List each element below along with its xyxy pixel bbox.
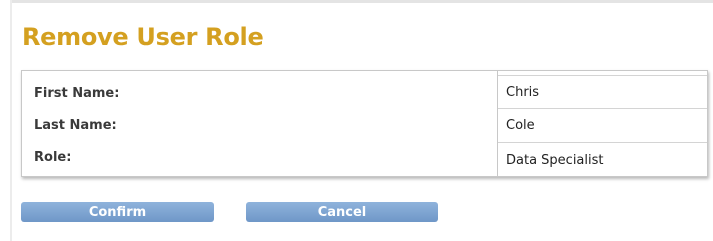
role-value: Data Specialist (506, 152, 604, 168)
panel-top-border (10, 0, 713, 3)
panel-left-border (10, 0, 12, 241)
values-column: Chris Cole Data Specialist (498, 71, 707, 176)
user-details-table: First Name: Last Name: Role: Chris Cole … (21, 70, 708, 177)
first-name-label: First Name: (34, 86, 120, 101)
remove-user-role-page: Remove User Role First Name: Last Name: … (0, 0, 713, 241)
first-name-value: Chris (498, 75, 707, 109)
confirm-button[interactable]: Confirm (21, 202, 214, 222)
last-name-label: Last Name: (34, 118, 117, 133)
cancel-button[interactable]: Cancel (246, 202, 438, 222)
page-title: Remove User Role (22, 23, 264, 51)
last-name-value: Cole (498, 109, 707, 143)
role-label: Role: (34, 150, 72, 165)
labels-column: First Name: Last Name: Role: (22, 71, 498, 176)
